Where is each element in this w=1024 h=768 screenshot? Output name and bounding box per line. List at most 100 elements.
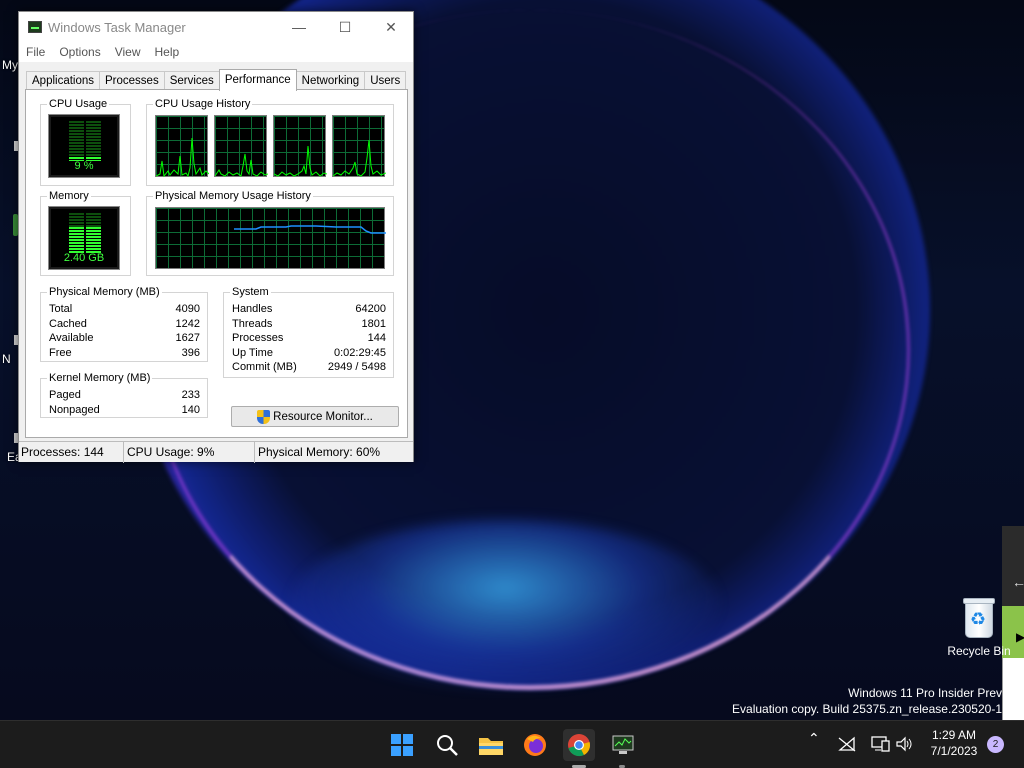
pm-free-value: 396 xyxy=(181,346,200,359)
physical-memory-group: Physical Memory (MB) Total 4090 Cached 124… xyxy=(40,286,208,362)
physical-memory-row: Free 396 xyxy=(49,346,200,361)
system-row: Threads 1801 xyxy=(232,317,386,332)
show-hidden-icons-chevron-icon[interactable]: ⌃ xyxy=(808,730,820,747)
tab-performance[interactable]: Performance xyxy=(218,69,297,91)
tab-processes[interactable]: Processes xyxy=(99,71,165,90)
offscreen-window-header xyxy=(1002,526,1024,606)
status-memory: Physical Memory: 60% xyxy=(258,445,381,459)
volume-icon[interactable] xyxy=(895,736,913,752)
sys-uptime-key: Up Time xyxy=(232,346,273,359)
memory-value: 2.40 GB xyxy=(63,252,105,264)
notification-badge[interactable]: 2 xyxy=(987,736,1004,753)
sys-threads-value: 1801 xyxy=(361,317,386,330)
performance-panel: CPU Usage 9 % CPU Usage History Memory 2… xyxy=(25,89,408,438)
memory-history-label: Physical Memory Usage History xyxy=(153,190,313,202)
km-nonpaged-key: Nonpaged xyxy=(49,403,100,416)
minimize-button[interactable]: — xyxy=(276,12,322,42)
firefox-icon xyxy=(524,734,546,756)
task-manager-icon xyxy=(612,735,634,754)
sys-processes-value: 144 xyxy=(367,332,386,345)
kernel-memory-row: Paged 233 xyxy=(49,388,200,403)
tab-strip: Applications Processes Services Performa… xyxy=(26,69,407,91)
kernel-memory-group: Kernel Memory (MB) Paged 233 Nonpaged 140 xyxy=(40,372,208,418)
km-paged-value: 233 xyxy=(181,389,200,401)
physical-memory-row: Total 4090 xyxy=(49,302,200,317)
cpu-usage-value: 9 % xyxy=(74,160,94,172)
pm-free-key: Free xyxy=(49,346,72,359)
chrome-icon xyxy=(568,734,590,757)
task-manager-button[interactable] xyxy=(607,729,639,761)
display-icon[interactable] xyxy=(870,735,890,753)
tab-applications[interactable]: Applications xyxy=(26,71,101,90)
cpu-usage-meter: 9 % xyxy=(48,114,120,178)
chrome-button[interactable] xyxy=(563,729,595,761)
desktop-icon-label-partial[interactable]: N xyxy=(2,352,11,366)
system-row: Commit (MB) 2949 / 5498 xyxy=(232,360,386,375)
file-explorer-icon xyxy=(479,738,503,755)
pm-available-value: 1627 xyxy=(175,332,200,345)
cpu-history-label: CPU Usage History xyxy=(153,98,253,110)
memory-group: Memory 2.40 GB xyxy=(40,190,131,276)
firefox-button[interactable] xyxy=(519,729,551,761)
sys-handles-value: 64200 xyxy=(355,303,386,315)
pm-total-key: Total xyxy=(49,303,73,315)
maximize-button[interactable]: ☐ xyxy=(322,12,368,42)
menu-options[interactable]: Options xyxy=(52,45,107,59)
status-bar: Processes: 144 CPU Usage: 9% Physical Me… xyxy=(19,441,413,463)
sys-handles-key: Handles xyxy=(232,303,273,315)
sys-commit-key: Commit (MB) xyxy=(232,361,297,374)
kernel-memory-label: Kernel Memory (MB) xyxy=(47,372,153,384)
status-cpu: CPU Usage: 9% xyxy=(124,442,255,463)
cpu-history-graph-core1 xyxy=(155,115,209,178)
taskbar-clock[interactable]: 1:29 AM 7/1/2023 xyxy=(926,727,982,759)
back-arrow-icon[interactable]: ← xyxy=(1012,574,1024,590)
recycle-bin-icon: ♻ xyxy=(961,596,997,640)
wallpaper-bloom-glow xyxy=(290,520,720,690)
menu-bar: File Options View Help xyxy=(19,42,413,62)
resource-monitor-label: Resource Monitor... xyxy=(273,410,373,423)
system-row: Up Time 0:02:29:45 xyxy=(232,346,386,361)
physical-memory-label: Physical Memory (MB) xyxy=(47,286,162,298)
file-explorer-button[interactable] xyxy=(475,729,507,761)
pm-cached-key: Cached xyxy=(49,317,87,330)
memory-history-group: Physical Memory Usage History xyxy=(146,190,394,276)
title-bar[interactable]: Windows Task Manager — ☐ ✕ xyxy=(19,12,413,42)
tab-users[interactable]: Users xyxy=(364,71,407,90)
memory-history-graph xyxy=(155,207,386,269)
recycle-bin-shortcut[interactable]: ♻ Recycle Bin xyxy=(944,596,1014,658)
mouse-cursor-icon: ▶ xyxy=(1016,630,1024,644)
close-button[interactable]: ✕ xyxy=(368,12,414,42)
uac-shield-icon xyxy=(257,409,271,424)
cpu-history-graph-core4 xyxy=(332,115,386,177)
pm-cached-value: 1242 xyxy=(175,317,200,330)
task-manager-window[interactable]: Windows Task Manager — ☐ ✕ File Options … xyxy=(18,11,414,463)
window-title: Windows Task Manager xyxy=(48,19,186,35)
watermark-line2: Evaluation copy. Build 25375.zn_release.… xyxy=(732,702,1002,716)
memory-label: Memory xyxy=(47,190,91,202)
tab-services[interactable]: Services xyxy=(163,71,220,90)
sys-processes-key: Processes xyxy=(232,332,284,345)
tab-networking[interactable]: Networking xyxy=(295,71,366,90)
kernel-memory-row: Nonpaged 140 xyxy=(49,403,200,418)
menu-help[interactable]: Help xyxy=(148,45,187,59)
resource-monitor-button[interactable]: Resource Monitor... xyxy=(231,406,399,427)
system-table: Handles 64200 Threads 1801 Processes 144 Up… xyxy=(232,302,386,375)
cpu-usage-label: CPU Usage xyxy=(47,98,110,110)
menu-view[interactable]: View xyxy=(108,45,148,59)
search-button[interactable] xyxy=(431,729,463,761)
menu-file[interactable]: File xyxy=(19,45,52,59)
desktop-icon-label-partial[interactable]: My xyxy=(2,58,18,72)
sys-uptime-value: 0:02:29:45 xyxy=(334,346,386,359)
recycle-bin-label: Recycle Bin xyxy=(947,644,1011,658)
system-row: Processes 144 xyxy=(232,331,386,346)
physical-memory-table: Total 4090 Cached 1242 Available 1627 Free 3… xyxy=(49,302,200,360)
pm-total-value: 4090 xyxy=(175,303,200,315)
cpu-usage-group: CPU Usage 9 % xyxy=(40,98,131,186)
task-manager-app-icon xyxy=(28,21,42,33)
kernel-memory-table: Paged 233 Nonpaged 140 xyxy=(49,388,200,417)
cpu-history-graph-core2 xyxy=(214,115,268,177)
network-disconnected-icon[interactable] xyxy=(838,736,856,752)
start-icon xyxy=(391,734,413,756)
windows-watermark: Windows 11 Pro Insider Prev Evaluation c… xyxy=(732,685,1002,717)
start-button[interactable] xyxy=(386,729,418,761)
